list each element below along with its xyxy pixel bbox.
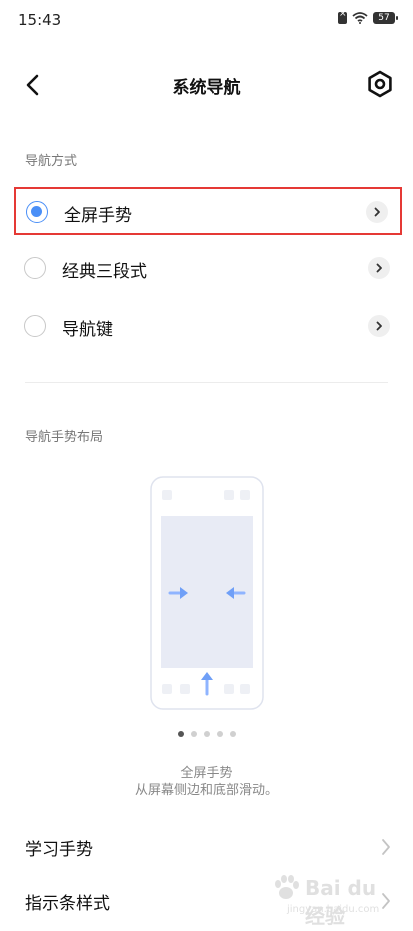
watermark-url: jingyan.baidu.com bbox=[287, 904, 380, 915]
status-icons: 57 bbox=[338, 9, 398, 24]
chevron-right-icon[interactable] bbox=[368, 315, 390, 337]
radio-checked-icon[interactable] bbox=[26, 201, 48, 223]
section-label-gesture-layout: 导航手势布局 bbox=[25, 430, 104, 445]
wifi-icon bbox=[352, 12, 368, 24]
link-label: 学习手势 bbox=[25, 840, 93, 860]
illustration-caption-desc: 从屏幕侧边和底部滑动。 bbox=[134, 783, 278, 798]
status-bar: 15:43 57 bbox=[0, 0, 413, 40]
option-classic-three-button[interactable]: 经典三段式 bbox=[14, 245, 402, 293]
link-label: 指示条样式 bbox=[25, 894, 110, 914]
page-dot[interactable] bbox=[177, 731, 184, 737]
chevron-right-icon[interactable] bbox=[368, 257, 390, 279]
status-time: 15:43 bbox=[18, 11, 62, 29]
paw-logo-icon bbox=[275, 875, 299, 899]
option-nav-keys[interactable]: 导航键 bbox=[14, 303, 402, 351]
radio-unchecked-icon[interactable] bbox=[24, 315, 46, 337]
option-label: 导航键 bbox=[62, 320, 113, 340]
settings-hexagon-icon bbox=[368, 70, 392, 98]
page-dot[interactable] bbox=[203, 731, 210, 737]
page-indicator[interactable] bbox=[0, 731, 413, 737]
gesture-illustration[interactable] bbox=[150, 476, 264, 710]
page-title: 系统导航 bbox=[172, 78, 241, 98]
battery-icon: 57 bbox=[373, 12, 398, 24]
section-label-nav-method: 导航方式 bbox=[25, 154, 78, 169]
option-label: 全屏手势 bbox=[64, 206, 132, 226]
page-dot[interactable] bbox=[229, 731, 236, 737]
option-full-screen-gesture[interactable]: 全屏手势 bbox=[14, 187, 402, 235]
chevron-right-icon bbox=[382, 839, 390, 855]
page-dot[interactable] bbox=[190, 731, 197, 737]
chevron-right-icon[interactable] bbox=[366, 201, 388, 223]
header: 系统导航 bbox=[0, 56, 413, 114]
divider bbox=[25, 382, 388, 383]
baidu-watermark: Bai du 经验 jingyan.baidu.com bbox=[267, 874, 387, 928]
learn-gestures-row[interactable]: 学习手势 bbox=[0, 822, 413, 872]
page-dot[interactable] bbox=[216, 731, 223, 737]
option-label: 经典三段式 bbox=[62, 262, 147, 282]
no-sim-icon bbox=[338, 9, 347, 24]
settings-button[interactable] bbox=[365, 69, 395, 99]
watermark-brand: Bai du 经验 bbox=[305, 876, 377, 928]
radio-unchecked-icon[interactable] bbox=[24, 257, 46, 279]
